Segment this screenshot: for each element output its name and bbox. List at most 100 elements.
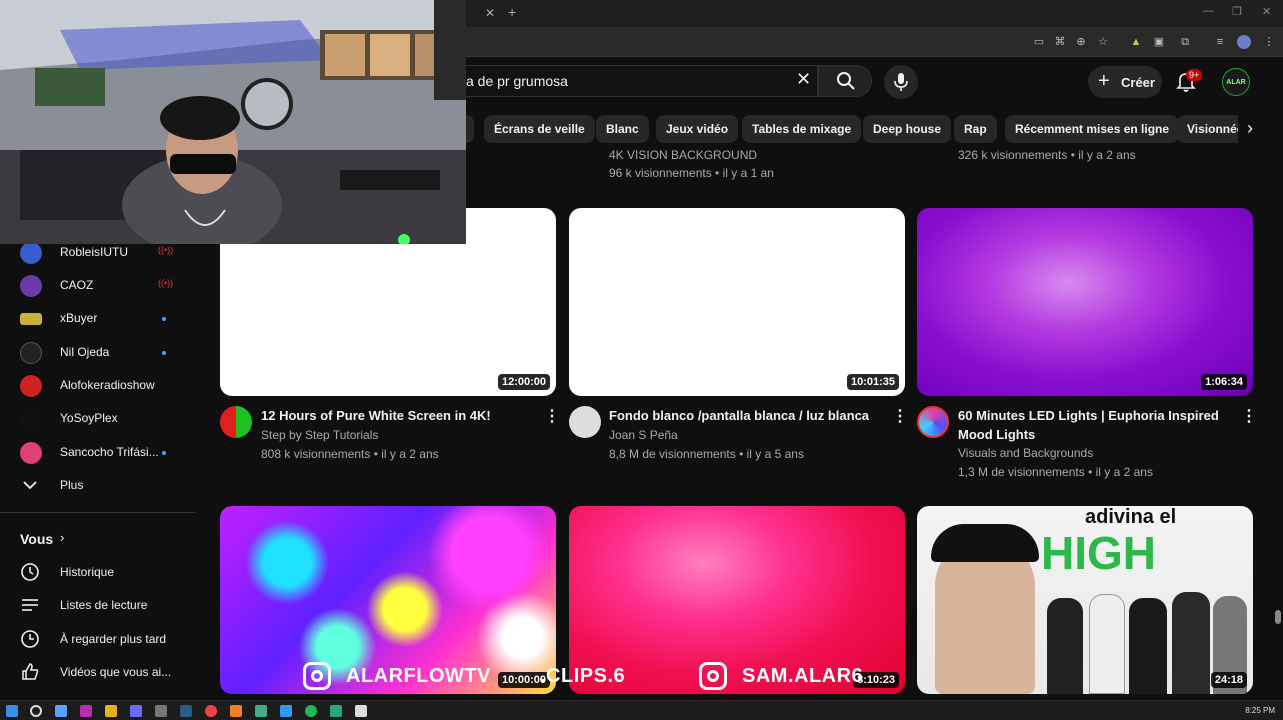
channel-avatar bbox=[20, 442, 42, 464]
taskbar-app-icon[interactable] bbox=[330, 705, 342, 717]
restore-icon[interactable]: ❐ bbox=[1232, 5, 1242, 18]
chevron-right-icon[interactable]: › bbox=[60, 530, 64, 545]
taskbar-app-icon[interactable] bbox=[55, 705, 67, 717]
video-title[interactable]: 60 Minutes LED Lights | Euphoria Inspire… bbox=[958, 406, 1228, 444]
menu-icon[interactable]: ⋮ bbox=[1262, 35, 1276, 49]
chip-screensavers[interactable]: Écrans de veille bbox=[484, 115, 595, 143]
playlist-icon bbox=[22, 599, 38, 611]
taskbar-app-icon[interactable] bbox=[230, 705, 242, 717]
chevron-down-icon bbox=[23, 481, 37, 490]
search-button[interactable] bbox=[818, 65, 872, 97]
video-thumbnail[interactable]: 10:01:35 bbox=[569, 208, 905, 396]
channel-avatar bbox=[20, 342, 42, 364]
you-section-title[interactable]: Vous bbox=[20, 531, 53, 547]
video-channel[interactable]: Visuals and Backgrounds bbox=[958, 446, 1093, 460]
video-duration: 24:18 bbox=[1210, 672, 1247, 688]
taskbar-app-icon[interactable] bbox=[280, 705, 292, 717]
video-thumbnail[interactable]: 1:06:34 bbox=[917, 208, 1253, 396]
sidebar-item-watch-later[interactable]: À regarder plus tard bbox=[0, 623, 190, 656]
video-duration: 1:06:34 bbox=[1201, 374, 1247, 390]
chip-rap[interactable]: Rap bbox=[954, 115, 997, 143]
chip-video-games[interactable]: Jeux vidéo bbox=[656, 115, 739, 143]
taskbar-app-icon[interactable] bbox=[255, 705, 267, 717]
sidebar-more-button[interactable]: Plus bbox=[0, 469, 190, 502]
channel-avatar[interactable] bbox=[569, 406, 601, 438]
discord-icon[interactable] bbox=[130, 705, 142, 717]
chip-recently-uploaded[interactable]: Récemment mises en ligne bbox=[1005, 115, 1180, 143]
close-window-icon[interactable]: ✕ bbox=[1262, 5, 1271, 18]
live-icon: ((•)) bbox=[158, 245, 174, 255]
sidebar-item-xbuyer[interactable]: xBuyer bbox=[0, 302, 190, 335]
account-avatar[interactable]: ALAR bbox=[1222, 68, 1250, 96]
watermark-text: .CLIPS.6 bbox=[540, 665, 626, 687]
channel-avatar bbox=[20, 408, 42, 430]
plus-icon: + bbox=[1098, 70, 1110, 92]
video-channel[interactable]: 4K VISION BACKGROUND bbox=[609, 148, 757, 162]
translate-icon[interactable]: ⌘ bbox=[1053, 35, 1067, 49]
sidebar-item-caoz[interactable]: CAOZ ((•)) bbox=[0, 269, 190, 302]
search-icon[interactable] bbox=[30, 705, 42, 717]
person-image bbox=[1172, 592, 1210, 694]
video-stats: 326 k visionnements • il y a 2 ans bbox=[958, 148, 1136, 162]
bookmark-star-icon[interactable]: ☆ bbox=[1096, 35, 1110, 49]
extension-icon[interactable]: ▲ bbox=[1129, 35, 1143, 49]
channel-avatar bbox=[20, 275, 42, 297]
channel-avatar bbox=[20, 242, 42, 264]
sidebar-item-sancocho[interactable]: Sancocho Trifási... bbox=[0, 436, 190, 469]
extension-icon[interactable]: ▣ bbox=[1152, 35, 1166, 49]
taskbar-app-icon[interactable] bbox=[355, 705, 367, 717]
taskbar-app-icon[interactable] bbox=[155, 705, 167, 717]
video-title[interactable]: 12 Hours of Pure White Screen in 4K! bbox=[261, 406, 531, 425]
search-input[interactable]: a de pr grumosa ✕ bbox=[440, 65, 818, 97]
taskbar-app-icon[interactable] bbox=[80, 705, 92, 717]
channel-avatar[interactable] bbox=[917, 406, 949, 438]
chip-deep-house[interactable]: Deep house bbox=[863, 115, 952, 143]
sidebar-item-history[interactable]: Historique bbox=[0, 556, 190, 589]
video-title[interactable]: Fondo blanco /pantalla blanca / luz blan… bbox=[609, 406, 879, 425]
sidebar-item-yosoyplex[interactable]: YoSoyPlex bbox=[0, 402, 190, 435]
create-button[interactable]: + Créer bbox=[1088, 66, 1162, 98]
clear-search-icon[interactable]: ✕ bbox=[796, 69, 811, 90]
more-options-icon[interactable]: ⋮ bbox=[892, 406, 908, 426]
taskbar-clock[interactable]: 8:25 PM bbox=[1245, 706, 1275, 715]
tab-close-icon[interactable]: ✕ bbox=[485, 6, 495, 20]
search-query[interactable]: a de pr grumosa bbox=[466, 73, 568, 89]
instagram-icon bbox=[699, 662, 727, 690]
voice-search-button[interactable] bbox=[884, 65, 918, 99]
sidebar-divider bbox=[0, 512, 195, 513]
start-icon[interactable] bbox=[6, 705, 18, 717]
chip-white[interactable]: Blanc bbox=[596, 115, 649, 143]
video-duration: 10:01:35 bbox=[846, 374, 899, 390]
more-options-icon[interactable]: ⋮ bbox=[1241, 406, 1257, 426]
microphone-icon bbox=[894, 73, 908, 91]
webcam-overlay bbox=[0, 0, 466, 244]
extensions-puzzle-icon[interactable]: ⧉ bbox=[1178, 35, 1192, 49]
chrome-icon[interactable] bbox=[205, 705, 217, 717]
scrollbar-thumb[interactable] bbox=[1275, 610, 1281, 624]
more-options-icon[interactable]: ⋮ bbox=[544, 406, 560, 426]
video-channel[interactable]: Step by Step Tutorials bbox=[261, 428, 378, 442]
new-content-dot bbox=[162, 451, 166, 455]
folder-icon[interactable] bbox=[105, 705, 117, 717]
steam-icon[interactable] bbox=[180, 705, 192, 717]
sidebar-item-nil-ojeda[interactable]: Nil Ojeda bbox=[0, 336, 190, 369]
chevron-right-icon[interactable]: › bbox=[1238, 115, 1262, 143]
minimize-icon[interactable]: — bbox=[1203, 5, 1214, 17]
sidebar-item-playlists[interactable]: Listes de lecture bbox=[0, 589, 190, 622]
new-tab-icon[interactable]: + bbox=[508, 4, 516, 20]
zoom-icon[interactable]: ⊕ bbox=[1074, 35, 1088, 49]
media-icon[interactable]: ≡ bbox=[1213, 35, 1227, 49]
watermark-text: SAM.ALAR6 bbox=[742, 665, 864, 687]
profile-icon[interactable] bbox=[1237, 35, 1251, 49]
video-thumbnail[interactable]: adivina el HIGH 24:18 bbox=[917, 506, 1253, 694]
channel-avatar[interactable] bbox=[220, 406, 252, 438]
thumbnail-text: HIGH bbox=[1041, 527, 1156, 579]
sidebar-item-liked-videos[interactable]: Vidéos que vous ai... bbox=[0, 656, 190, 689]
chip-mixing-tables[interactable]: Tables de mixage bbox=[742, 115, 862, 143]
sidebar-item-alofokeradioshow[interactable]: Alofokeradioshow bbox=[0, 369, 190, 402]
chip-watched[interactable]: Visionnée bbox=[1177, 115, 1247, 143]
spotify-icon[interactable] bbox=[305, 705, 317, 717]
cast-icon[interactable]: ▭ bbox=[1032, 35, 1046, 49]
video-channel[interactable]: Joan S Peña bbox=[609, 428, 678, 442]
person-image bbox=[1129, 598, 1167, 694]
